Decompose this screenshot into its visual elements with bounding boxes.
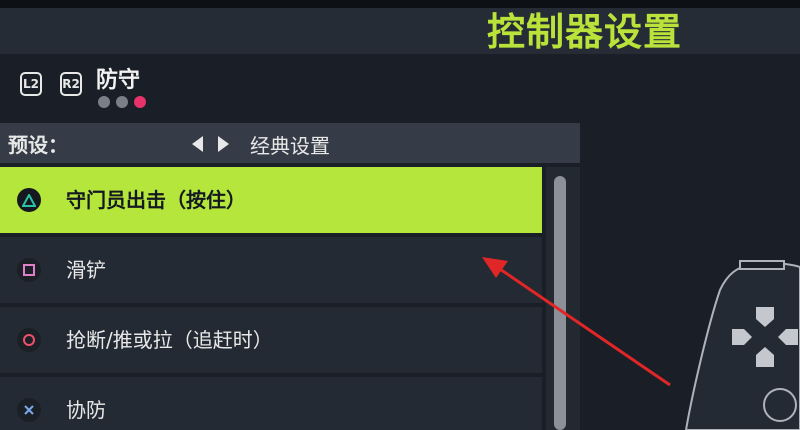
header-bar: 控制器设置 (0, 8, 800, 54)
action-row-goalkeeper-rush[interactable]: 守门员出击（按住） (0, 167, 542, 233)
action-row-slide-tackle[interactable]: 滑铲 (0, 237, 542, 303)
cross-icon (17, 398, 41, 422)
preset-next-arrow-icon[interactable] (218, 136, 229, 152)
action-list: 守门员出击（按住） 滑铲 抢断/推或拉（追赶时） 协防 (0, 167, 542, 430)
tab-defense: 防守 (96, 68, 141, 93)
triangle-icon (17, 188, 41, 212)
page-indicator (98, 96, 146, 108)
page-dot-3-active (134, 96, 146, 108)
circle-icon (17, 328, 41, 352)
current-tab: 防守 (96, 68, 146, 108)
controller-icon (684, 260, 800, 430)
action-label: 滑铲 (66, 258, 106, 282)
action-row-tackle-push-pull[interactable]: 抢断/推或拉（追赶时） (0, 307, 542, 373)
action-label: 抢断/推或拉（追赶时） (66, 328, 273, 352)
action-label: 协防 (66, 398, 106, 422)
preset-prev-arrow-icon[interactable] (192, 136, 203, 152)
preset-selector[interactable]: 预设： 经典设置 (0, 123, 580, 163)
tab-switcher: L2 R2 防守 (20, 68, 146, 112)
page-dot-1 (98, 96, 110, 108)
l2-button-icon[interactable]: L2 (20, 72, 42, 96)
action-row-teammate-contain[interactable]: 协防 (0, 377, 542, 430)
preset-label: 预设： (8, 133, 68, 157)
action-label: 守门员出击（按住） (66, 188, 246, 212)
square-icon (17, 258, 41, 282)
top-strip (0, 0, 800, 8)
annotation-arrow-icon (482, 257, 671, 387)
page-title: 控制器设置 (486, 10, 682, 54)
r2-button-icon[interactable]: R2 (60, 72, 82, 96)
preset-value: 经典设置 (250, 134, 330, 158)
page-dot-2 (116, 96, 128, 108)
